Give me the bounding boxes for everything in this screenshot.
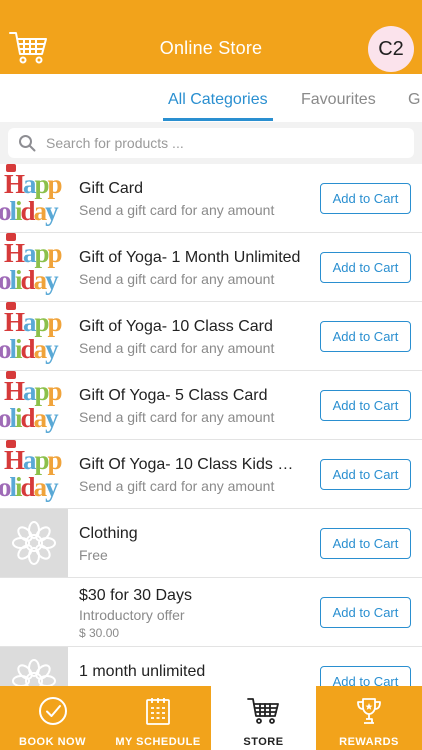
list-item[interactable]: Happ oliday Gift of Yoga- 10 Class Card … — [0, 302, 422, 371]
avatar[interactable]: C2 — [368, 26, 414, 72]
list-item[interactable]: 1 month unlimited Add to Cart — [0, 647, 422, 686]
product-thumbnail: Happ oliday — [0, 164, 68, 232]
product-subtitle: Free — [79, 547, 108, 563]
add-to-cart-button[interactable]: Add to Cart — [320, 252, 411, 283]
calendar-icon — [143, 696, 173, 726]
search-box — [8, 128, 414, 158]
list-item[interactable]: Happ oliday Gift Card Send a gift card f… — [0, 164, 422, 233]
product-name: Gift of Yoga- 1 Month Unlimited — [79, 249, 301, 266]
bottom-nav: BOOK NOW MY SCHEDULE STORE REWARDS — [0, 686, 422, 750]
add-to-cart-button[interactable]: Add to Cart — [320, 459, 411, 490]
list-item[interactable]: Happ oliday Gift Of Yoga- 5 Class Card S… — [0, 371, 422, 440]
tab-favourites[interactable]: Favourites — [301, 91, 376, 109]
product-name: Clothing — [79, 525, 138, 542]
nav-label: BOOK NOW — [19, 736, 86, 748]
search-input[interactable] — [46, 128, 406, 158]
product-thumbnail: Happ oliday — [0, 440, 68, 508]
add-to-cart-button[interactable]: Add to Cart — [320, 390, 411, 421]
nav-label: REWARDS — [339, 736, 399, 748]
add-to-cart-button[interactable]: Add to Cart — [320, 528, 411, 559]
search-icon — [18, 134, 36, 152]
list-item[interactable]: Happ oliday Gift of Yoga- 1 Month Unlimi… — [0, 233, 422, 302]
category-tabs: All Categories Favourites G — [0, 74, 422, 122]
list-item[interactable]: $30 for 30 Days Introductory offer $ 30.… — [0, 578, 422, 647]
list-item[interactable]: Happ oliday Gift Of Yoga- 10 Class Kids … — [0, 440, 422, 509]
nav-my-schedule[interactable]: MY SCHEDULE — [105, 686, 211, 750]
product-thumbnail — [0, 647, 68, 686]
tab-all-categories[interactable]: All Categories — [168, 91, 268, 109]
search-bar — [0, 122, 422, 164]
product-subtitle: Send a gift card for any amount — [79, 202, 275, 218]
active-tab-indicator — [163, 118, 273, 121]
add-to-cart-button[interactable]: Add to Cart — [320, 321, 411, 352]
add-to-cart-button[interactable]: Add to Cart — [320, 183, 411, 214]
app-header: Online Store C2 — [0, 0, 422, 74]
page-title: Online Store — [159, 38, 263, 58]
product-subtitle: Send a gift card for any amount — [79, 409, 275, 425]
product-thumbnail — [0, 509, 68, 577]
list-item[interactable]: Clothing Free Add to Cart — [0, 509, 422, 578]
product-price: $ 30.00 — [79, 626, 120, 640]
add-to-cart-button[interactable]: Add to Cart — [320, 597, 411, 628]
product-subtitle: Send a gift card for any amount — [79, 271, 275, 287]
product-subtitle: Send a gift card for any amount — [79, 478, 275, 494]
trophy-icon — [354, 696, 384, 726]
product-name: 1 month unlimited — [79, 663, 206, 680]
product-thumbnail: Happ oliday — [0, 302, 68, 370]
product-subtitle: Send a gift card for any amount — [79, 340, 275, 356]
nav-store[interactable]: STORE — [211, 686, 316, 750]
tab-more[interactable]: G — [408, 91, 420, 109]
flower-icon — [12, 521, 56, 565]
product-name: Gift Of Yoga- 5 Class Card — [79, 387, 268, 404]
product-name: Gift Card — [79, 180, 144, 197]
product-thumbnail: Happ oliday — [0, 233, 68, 301]
nav-rewards[interactable]: REWARDS — [316, 686, 422, 750]
nav-book-now[interactable]: BOOK NOW — [0, 686, 105, 750]
product-name: $30 for 30 Days — [79, 587, 192, 604]
flower-icon — [12, 659, 56, 686]
product-subtitle: Introductory offer — [79, 607, 185, 623]
add-to-cart-button[interactable]: Add to Cart — [320, 666, 411, 686]
nav-label: STORE — [243, 736, 284, 748]
product-name: Gift of Yoga- 10 Class Card — [79, 318, 273, 335]
nav-label: MY SCHEDULE — [115, 736, 201, 748]
checkmark-circle-icon — [38, 696, 68, 726]
product-thumbnail: Happ oliday — [0, 371, 68, 439]
product-list: Happ oliday Gift Card Send a gift card f… — [0, 164, 422, 686]
product-name: Gift Of Yoga- 10 Class Kids … — [79, 456, 294, 473]
cart-icon — [246, 696, 282, 726]
